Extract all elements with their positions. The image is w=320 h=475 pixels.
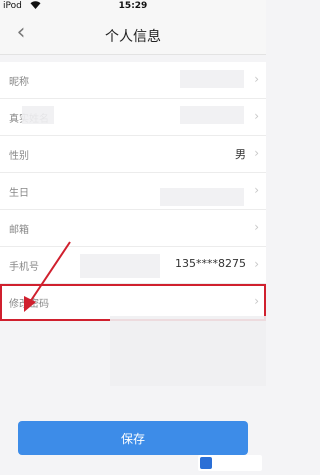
page-title: 个人信息: [105, 29, 161, 45]
row-label: 昵称: [9, 77, 29, 88]
blurred-region: [160, 188, 244, 206]
blurred-region: [22, 106, 54, 124]
status-bar: iPod 15:29: [0, 0, 266, 14]
navigation-bar: ‹ 个人信息: [0, 14, 266, 55]
row-label: 修改密码: [9, 299, 49, 310]
row-value: 男: [235, 148, 246, 161]
chevron-right-icon: ›: [254, 257, 259, 271]
chevron-right-icon: ›: [254, 294, 259, 308]
status-time: 15:29: [118, 1, 148, 11]
row-gender[interactable]: 性别 男 ›: [0, 136, 266, 173]
chevron-right-icon: ›: [254, 183, 259, 197]
blurred-region: [180, 106, 244, 124]
row-label: 性别: [9, 151, 29, 162]
chevron-right-icon: ›: [254, 146, 259, 160]
row-email[interactable]: 邮箱 ›: [0, 210, 266, 247]
row-value: 135****8275: [175, 257, 246, 270]
blurred-region: [80, 254, 160, 278]
watermark-logo: [198, 455, 262, 471]
row-label: 邮箱: [9, 225, 29, 236]
chevron-right-icon: ›: [254, 220, 259, 234]
save-button[interactable]: 保存: [18, 421, 248, 455]
blurred-region: [110, 316, 266, 386]
logo-icon: [200, 457, 212, 469]
row-label: 生日: [9, 188, 29, 199]
chevron-right-icon: ›: [254, 109, 259, 123]
blurred-region: [180, 70, 244, 88]
chevron-right-icon: ›: [254, 72, 259, 86]
row-label: 手机号: [9, 262, 39, 273]
